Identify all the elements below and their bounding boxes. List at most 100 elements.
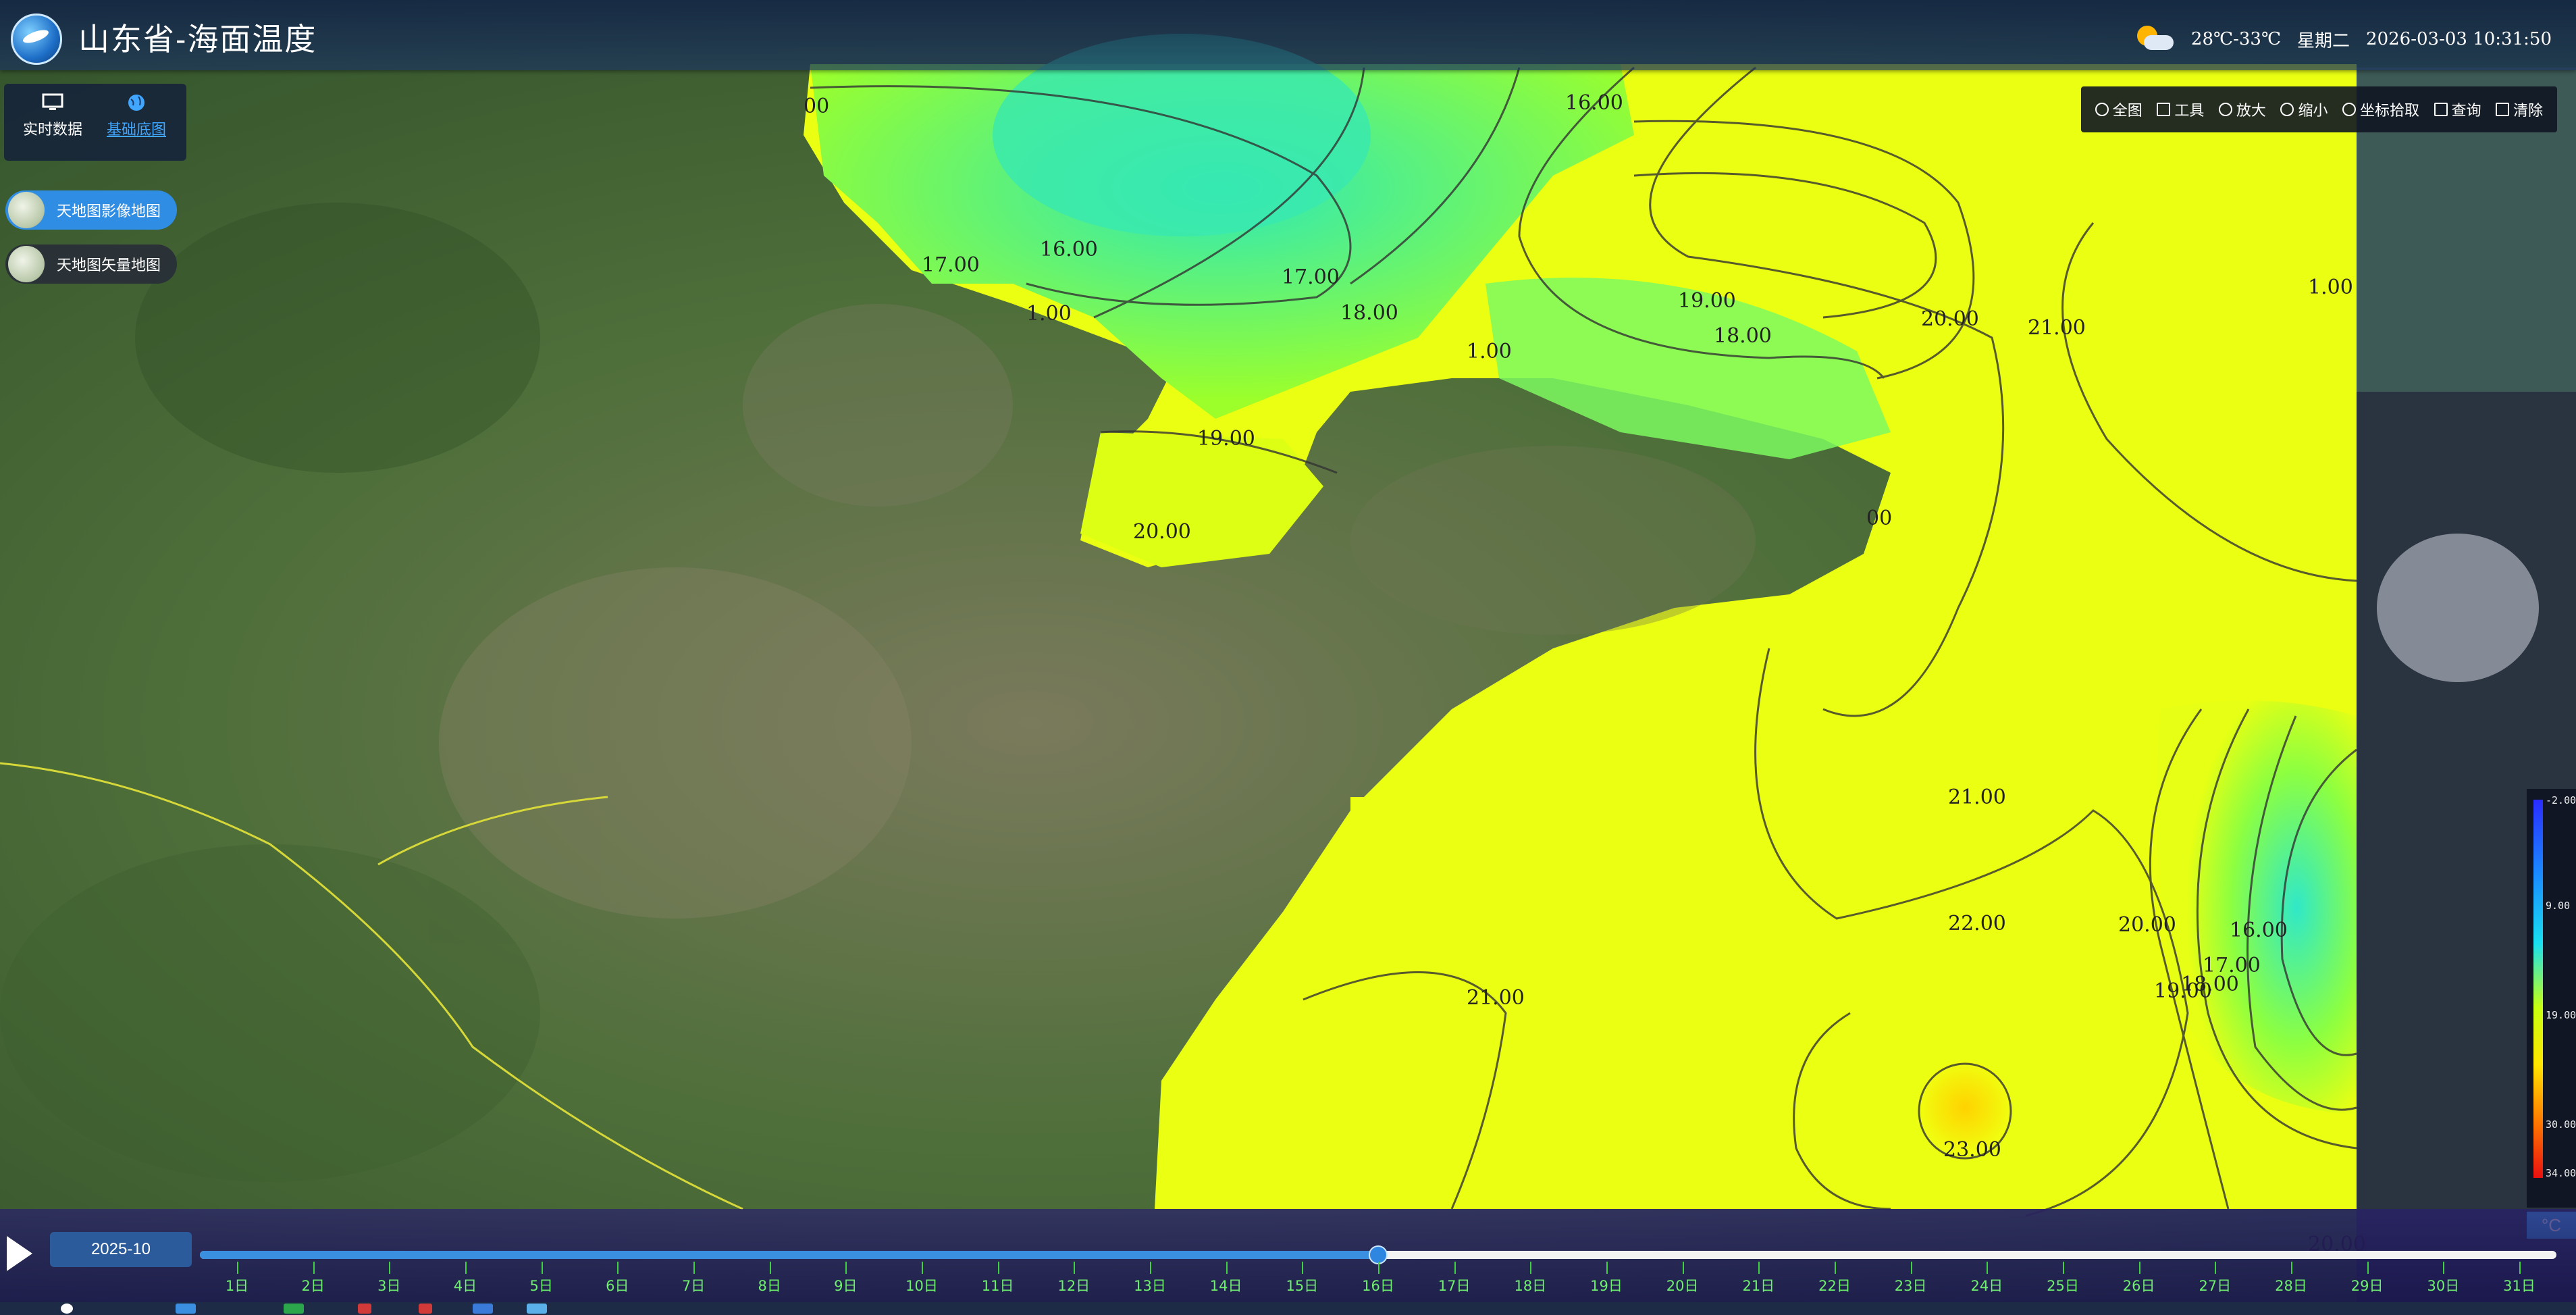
timeline-day-label[interactable]: 26日 [2123,1275,2155,1295]
timeline-day-label[interactable]: 6日 [606,1275,629,1295]
timeline-day-label[interactable]: 22日 [1818,1275,1851,1295]
legend-color-bar [2533,800,2543,1178]
timeline-tick [617,1262,619,1274]
legend-label: 9.00 [2546,900,2571,912]
timeline-tick [1226,1262,1228,1274]
timeline-day-label[interactable]: 8日 [758,1275,781,1295]
basemap-option-label: 天地图矢量地图 [57,257,161,274]
timeline-day-label[interactable]: 9日 [834,1275,857,1295]
realtime-data-button[interactable]: 实时数据 [12,93,93,139]
timeline-day-label[interactable]: 1日 [226,1275,248,1295]
map-toolbar: 全图 工具 放大 缩小 坐标拾取 查询 清除 [2081,86,2557,132]
list-icon [2434,103,2448,116]
timeline-day-label[interactable]: 21日 [1742,1275,1775,1295]
datetime: 2026-03-03 10:31:50 [2366,29,2552,49]
timeline-day-label[interactable]: 14日 [1210,1275,1242,1295]
timeline-day-label[interactable]: 23日 [1895,1275,1927,1295]
timeline-tick [2291,1262,2292,1274]
timeline-day-label[interactable]: 2日 [301,1275,324,1295]
timeline-tick [465,1262,467,1274]
timeline-day-label[interactable]: 27日 [2199,1275,2231,1295]
timeline-bar: 2025-10 1日 2日 3日 4日 5日 6日 7日 8日 9日 10日 11日 12日 13日 14… [0,1209,2576,1302]
timeline-tick [1378,1262,1379,1274]
timeline-tick [1302,1262,1304,1274]
timeline-tick [1835,1262,1836,1274]
data-layer-panel: 实时数据 基础底图 [4,84,186,161]
taskbar-app-icon[interactable] [358,1304,371,1314]
taskbar-app-icon[interactable] [473,1304,493,1314]
timeline-tick [2063,1262,2064,1274]
month-selector[interactable]: 2025-10 [50,1232,192,1267]
taskbar-app-icon[interactable] [527,1304,547,1314]
timeline-day-label[interactable]: 12日 [1057,1275,1090,1295]
basemap-button[interactable]: 基础底图 [96,93,177,139]
monitor-icon [42,93,63,110]
timeline-tick [693,1262,695,1274]
timeline-day-label[interactable]: 17日 [1438,1275,1471,1295]
timeline-tick [1150,1262,1151,1274]
timeline-tick [1606,1262,1608,1274]
start-icon[interactable] [61,1304,73,1314]
basemap-option-label: 天地图影像地图 [57,203,161,220]
timeline-tick [2519,1262,2521,1274]
timeline-day-label[interactable]: 11日 [982,1275,1014,1295]
globe-icon [2095,103,2109,116]
timeline-day-label[interactable]: 19日 [1590,1275,1623,1295]
taskbar-app-icon[interactable] [284,1304,304,1314]
query-button[interactable]: 查询 [2434,99,2481,120]
timeline-day-label[interactable]: 5日 [529,1275,552,1295]
play-icon[interactable] [7,1236,32,1271]
coordinate-pick-button[interactable]: 坐标拾取 [2342,99,2419,120]
app-header: 山东省-海面温度 28℃-33℃ 星期二 2026-03-03 10:31:50 [0,0,2576,70]
taskbar-app-icon[interactable] [419,1304,432,1314]
timeline-slider[interactable] [200,1245,2556,1264]
timeline-day-label[interactable]: 20日 [1666,1275,1699,1295]
taskbar-app-icon[interactable] [176,1304,196,1314]
timeline-tick [1910,1262,1912,1274]
timeline-day-label[interactable]: 25日 [2047,1275,2079,1295]
toolbar-label: 查询 [2451,102,2481,119]
timeline-progress [200,1251,1378,1259]
toolbar-label: 工具 [2174,102,2205,119]
timeline-day-label[interactable]: 4日 [454,1275,477,1295]
timeline-day-label[interactable]: 30日 [2427,1275,2459,1295]
timeline-day-label[interactable]: 31日 [2503,1275,2535,1295]
full-extent-button[interactable]: 全图 [2095,99,2143,120]
sea-temperature-map[interactable] [0,0,2576,1315]
temperature-range: 28℃-33℃ [2190,29,2282,49]
timeline-day-label[interactable]: 7日 [682,1275,705,1295]
basemap-option-imagery[interactable]: 天地图影像地图 [5,190,178,230]
timeline-day-label[interactable]: 15日 [1286,1275,1318,1295]
toolbar-label: 放大 [2236,102,2266,119]
timeline-day-label[interactable]: 24日 [1970,1275,2003,1295]
basemap-option-vector[interactable]: 天地图矢量地图 [5,244,178,284]
timeline-tick [845,1262,847,1274]
tools-icon [2157,103,2171,116]
clear-button[interactable]: 清除 [2496,99,2543,120]
toolbar-label: 清除 [2513,102,2544,119]
toolbar-label: 缩小 [2298,102,2328,119]
timeline-day-label[interactable]: 28日 [2275,1275,2307,1295]
header-status: 28℃-33℃ 星期二 2026-03-03 10:31:50 [2136,26,2552,53]
legend-label: 30.00 [2546,1118,2576,1131]
timeline-tick [997,1262,999,1274]
zoom-in-button[interactable]: 放大 [2218,99,2266,120]
timeline-day-label[interactable]: 29日 [2351,1275,2384,1295]
timeline-tick [237,1262,238,1274]
toolbar-label: 全图 [2112,102,2143,119]
globe-icon [128,95,144,111]
weekday: 星期二 [2297,30,2350,51]
timeline-day-label[interactable]: 18日 [1514,1275,1546,1295]
timeline-tick [389,1262,391,1274]
location-pin-icon [2342,103,2357,116]
timeline-tick [313,1262,315,1274]
timeline-day-label[interactable]: 3日 [377,1275,400,1295]
timeline-tick [1074,1262,1076,1274]
tools-button[interactable]: 工具 [2157,99,2204,120]
app-logo [11,14,62,65]
timeline-day-label[interactable]: 10日 [905,1275,938,1295]
zoom-out-button[interactable]: 缩小 [2280,99,2328,120]
legend-label: -2.00 [2546,794,2576,806]
timeline-day-label[interactable]: 13日 [1134,1275,1166,1295]
timeline-day-label[interactable]: 16日 [1362,1275,1394,1295]
